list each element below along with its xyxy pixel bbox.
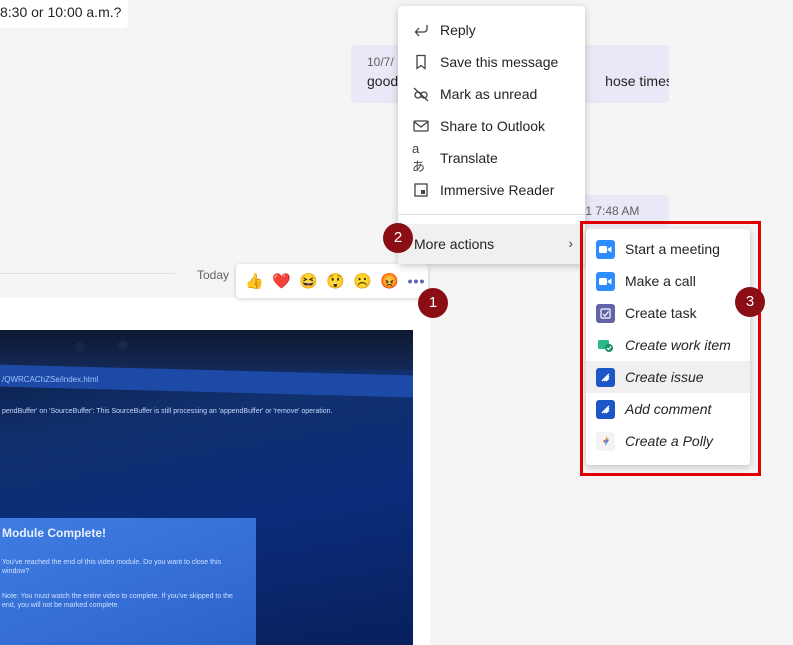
chevron-right-icon: › [568,235,573,251]
menu-separator [398,214,585,215]
photo-bezel [0,330,413,370]
menu-item-label: Reply [440,22,476,38]
reply-icon [412,21,430,39]
like-reaction[interactable]: 👍 [244,271,265,292]
photo-camera-dot [118,340,128,350]
immersive-reader-icon [412,181,430,199]
more-actions-label: More actions [414,236,495,252]
menu-item-label: Save this message [440,54,559,70]
menu-item-label: Translate [440,150,498,166]
heart-reaction[interactable]: ❤️ [271,271,292,292]
photo-dialog-note: Note: You must watch the entire video to… [2,593,233,609]
photo-dialog-body: You've reached the end of this video mod… [2,559,221,575]
reaction-bar: 👍 ❤️ 😆 😲 ☹️ 😡 ••• [236,264,428,298]
message-context-menu: Reply Save this message Mark as unread S… [398,6,585,264]
menu-item-more-actions[interactable]: More actions › [398,224,585,264]
menu-item-translate[interactable]: aあ Translate [398,141,585,174]
message-text-start: good [367,73,399,89]
message-text-end: hose times. [605,73,669,89]
attached-photo[interactable]: /QWRCAChZSe/index.html pendBuffer' on 'S… [0,330,413,645]
previous-message-text: 8:30 or 10:00 a.m.? [0,4,122,20]
sad-reaction[interactable]: ☹️ [352,271,373,292]
surprised-reaction[interactable]: 😲 [325,271,346,292]
step-badge-1: 1 [418,288,448,318]
laugh-reaction[interactable]: 😆 [298,271,319,292]
mark-unread-icon [412,85,430,103]
mail-icon [412,117,430,135]
menu-item-mark-unread[interactable]: Mark as unread [398,78,585,110]
step-badge-2: 2 [383,223,413,253]
photo-camera-dot [75,342,85,352]
menu-item-reply[interactable]: Reply [398,14,585,46]
translate-icon: aあ [412,141,426,174]
chat-area: 8:30 or 10:00 a.m.? 10/7/ goodhose times… [0,0,793,645]
more-options-button[interactable]: ••• [406,273,427,289]
photo-error-text: pendBuffer' on 'SourceBuffer': This Sour… [2,408,333,415]
highlight-outline [580,221,761,476]
menu-item-label: Mark as unread [440,86,538,102]
menu-item-label: Share to Outlook [440,118,546,134]
menu-item-share-outlook[interactable]: Share to Outlook [398,110,585,142]
today-label: Today [197,268,230,282]
menu-item-immersive-reader[interactable]: Immersive Reader [398,174,585,206]
bookmark-icon [412,53,430,71]
previous-message: 8:30 or 10:00 a.m.? [0,0,128,28]
photo-dialog-title: Module Complete! [2,526,106,540]
photo-url-text: /QWRCAChZSe/index.html [2,375,99,384]
menu-item-label: Immersive Reader [440,182,555,198]
date-divider [0,273,175,274]
menu-item-save[interactable]: Save this message [398,46,585,78]
angry-reaction[interactable]: 😡 [379,271,400,292]
step-badge-3: 3 [735,287,765,317]
